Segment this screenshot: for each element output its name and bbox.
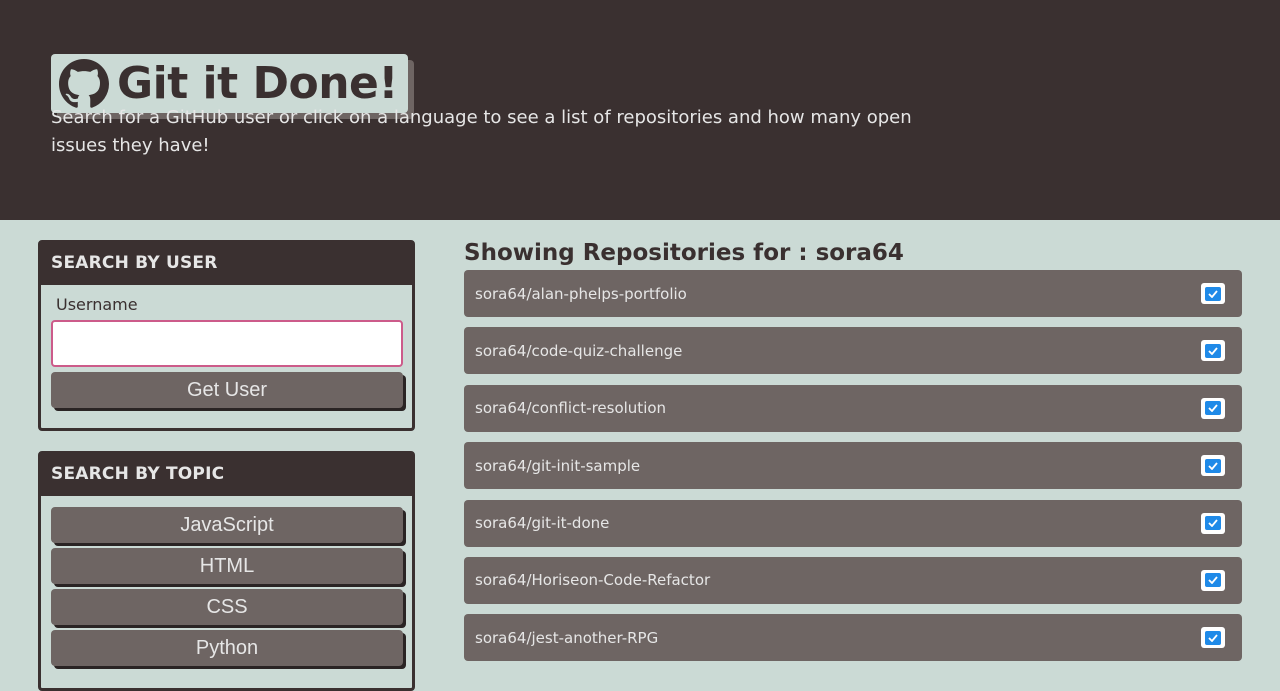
repo-item[interactable]: sora64/code-quiz-challenge: [464, 327, 1242, 375]
check-square-icon: [1201, 283, 1225, 304]
repo-name: sora64/git-init-sample: [475, 456, 641, 475]
topic-button-python[interactable]: Python: [51, 630, 403, 666]
repo-search-heading: Showing Repositories for : sora64: [464, 240, 904, 266]
check-square-icon: [1201, 455, 1225, 477]
search-by-user-heading: Search By User: [41, 243, 412, 285]
search-by-user-form: Username Get User: [41, 295, 412, 408]
hero-subtitle: Search for a GitHub user or click on a l…: [51, 107, 912, 156]
search-by-user-card: Search By User Username Get User: [38, 240, 415, 431]
repo-item[interactable]: sora64/conflict-resolution: [464, 384, 1242, 432]
repo-heading-prefix: Showing Repositories for :: [464, 240, 816, 266]
repo-name: sora64/git-it-done: [475, 514, 610, 533]
check-square-icon: [1201, 397, 1225, 419]
topic-button-html[interactable]: HTML: [51, 548, 403, 584]
repo-item[interactable]: sora64/Horiseon-Code-Refactor: [464, 556, 1242, 604]
get-user-button[interactable]: Get User: [51, 372, 403, 408]
repo-item[interactable]: sora64/jest-another-RPG: [464, 614, 1242, 662]
repo-name: sora64/Horiseon-Code-Refactor: [475, 571, 711, 590]
hero-header: Git it Done! Search for a GitHub user or…: [0, 0, 1280, 220]
topic-button-list: JavaScript HTML CSS Python: [41, 496, 412, 666]
repo-heading-username: sora64: [815, 240, 904, 266]
repo-name: sora64/code-quiz-challenge: [475, 341, 683, 360]
repo-item[interactable]: sora64/git-it-done: [464, 499, 1242, 547]
repo-name: sora64/alan-phelps-portfolio: [475, 284, 687, 303]
username-label: Username: [56, 295, 138, 314]
repo-name: sora64/conflict-resolution: [475, 399, 667, 418]
repo-list: sora64/alan-phelps-portfolio sora64/code…: [464, 270, 1242, 672]
repo-name: sora64/jest-another-RPG: [475, 628, 659, 647]
check-square-icon: [1201, 340, 1225, 362]
username-input[interactable]: [51, 320, 403, 367]
repo-item[interactable]: sora64/git-init-sample: [464, 442, 1242, 490]
topic-button-css[interactable]: CSS: [51, 589, 403, 625]
repo-item[interactable]: sora64/alan-phelps-portfolio: [464, 270, 1242, 317]
check-square-icon: [1201, 512, 1225, 534]
topic-button-javascript[interactable]: JavaScript: [51, 507, 403, 543]
app-title-text: Git it Done!: [117, 58, 398, 110]
check-square-icon: [1201, 627, 1225, 649]
search-by-topic-card: Search By Topic JavaScript HTML CSS Pyth…: [38, 451, 415, 691]
github-icon: [59, 58, 109, 109]
check-square-icon: [1201, 569, 1225, 591]
search-by-topic-heading: Search By Topic: [41, 454, 412, 496]
